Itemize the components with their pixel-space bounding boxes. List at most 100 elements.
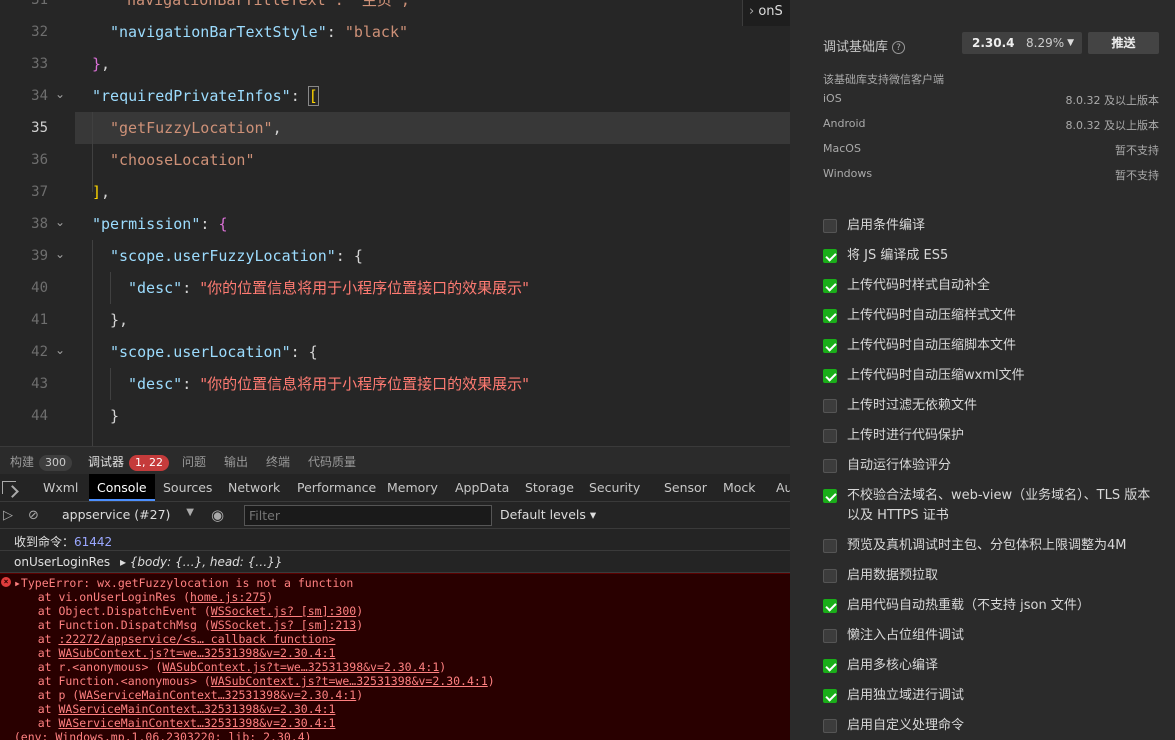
option-checkbox[interactable] — [823, 249, 837, 263]
fold-chevron-icon[interactable]: ⌄ — [55, 80, 69, 108]
stack-frame-link[interactable]: WAServiceMainContext…32531398&v=2.30.4:1 — [58, 716, 335, 730]
option-checkbox[interactable] — [823, 569, 837, 583]
option-checkbox[interactable] — [823, 399, 837, 413]
option-row[interactable]: 预览及真机调试时主包、分包体积上限调整为4M — [823, 536, 1168, 556]
option-checkbox[interactable] — [823, 339, 837, 353]
option-row[interactable]: 不校验合法域名、web-view（业务域名）、TLS 版本以及 HTTPS 证书 — [823, 486, 1168, 526]
code-line[interactable]: 32 "navigationBarTextStyle": "black" — [0, 16, 790, 48]
option-row[interactable]: 将 JS 编译成 ES5 — [823, 246, 1168, 266]
panel-tab[interactable]: 输出 — [224, 453, 248, 470]
code-line[interactable]: 31 "navigationBarTitleText": "主页", — [0, 0, 790, 16]
option-row[interactable]: 启用独立域进行调试 — [823, 686, 1168, 706]
option-row[interactable]: 上传代码时自动压缩wxml文件 — [823, 366, 1168, 386]
stack-frame-link[interactable]: WAServiceMainContext…32531398&v=2.30.4:1 — [58, 702, 335, 716]
option-checkbox[interactable] — [823, 219, 837, 233]
stack-frame-link[interactable]: WSSocket.js? [sm]:300 — [211, 604, 356, 618]
code-line[interactable]: 33}, — [0, 48, 790, 80]
code-line[interactable]: 39 ⌄ "scope.userFuzzyLocation": { — [0, 240, 790, 272]
option-checkbox[interactable] — [823, 539, 837, 553]
stack-frame-suffix: ) — [487, 674, 495, 688]
option-row[interactable]: 上传时进行代码保护 — [823, 426, 1168, 446]
option-row[interactable]: 启用代码自动热重载（不支持 json 文件） — [823, 596, 1168, 616]
option-checkbox[interactable] — [823, 279, 837, 293]
stack-frame-link[interactable]: WASubContext.js?t=we…32531398&v=2.30.4:1 — [211, 674, 488, 688]
devtools-tab-appdata[interactable]: AppData — [455, 474, 509, 501]
option-checkbox[interactable] — [823, 489, 837, 503]
code-line[interactable]: 34 ⌄ "requiredPrivateInfos": [ — [0, 80, 790, 112]
stack-frame-link[interactable]: :22272/appservice/<s… callback function> — [58, 632, 335, 646]
option-row[interactable]: 启用数据预拉取 — [823, 566, 1168, 586]
code-line[interactable]: 41}, — [0, 304, 790, 336]
devtools-tab-mock[interactable]: Mock — [723, 474, 756, 501]
devtools-tab-network[interactable]: Network — [228, 474, 280, 501]
devtools-tab-wxml[interactable]: Wxml — [43, 474, 78, 501]
eye-icon[interactable]: ◉ — [211, 506, 224, 524]
option-label: 启用条件编译 — [847, 218, 926, 233]
devtools-tab-performance[interactable]: Performance — [297, 474, 376, 501]
option-checkbox[interactable] — [823, 719, 837, 733]
error-title[interactable]: ▸TypeError: wx.getFuzzylocation is not a… — [14, 576, 353, 590]
log-row[interactable]: onUserLoginRes ▸ {body: {…}, head: {…}} — [0, 551, 790, 573]
stack-frame-link[interactable]: home.js:275 — [190, 590, 266, 604]
push-button[interactable]: 推送 — [1088, 32, 1159, 54]
fold-chevron-icon[interactable]: ⌄ — [55, 240, 69, 268]
stack-frame-link[interactable]: WAServiceMainContext…32531398&v=2.30.4:1 — [79, 688, 356, 702]
code-editor[interactable]: 31 "navigationBarTitleText": "主页", 32 "navi… — [0, 0, 790, 446]
code-line[interactable]: 40 "desc": "你的位置信息将用于小程序位置接口的效果展示" — [0, 272, 790, 304]
log-levels-dropdown[interactable]: Default levels ▾ — [500, 507, 596, 522]
devtools-tab-sensor[interactable]: Sensor — [664, 474, 707, 501]
code-line[interactable]: 37], — [0, 176, 790, 208]
option-row[interactable]: 上传代码时样式自动补全 — [823, 276, 1168, 296]
option-row[interactable]: 懒注入占位组件调试 — [823, 626, 1168, 646]
option-row[interactable]: 上传代码时自动压缩样式文件 — [823, 306, 1168, 326]
stack-frame-link[interactable]: WSSocket.js? [sm]:213 — [211, 618, 356, 632]
code-line[interactable]: 42 ⌄ "scope.userLocation": { — [0, 336, 790, 368]
option-row[interactable]: 启用条件编译 — [823, 216, 1168, 236]
option-checkbox[interactable] — [823, 629, 837, 643]
option-checkbox[interactable] — [823, 369, 837, 383]
code-token: : — [200, 215, 219, 233]
option-row[interactable]: 上传代码时自动压缩脚本文件 — [823, 336, 1168, 356]
code-line[interactable]: 43 "desc": "你的位置信息将用于小程序位置接口的效果展示" — [0, 368, 790, 400]
panel-tab[interactable]: 调试器 1, 22 — [88, 453, 170, 471]
devtools-tab-storage[interactable]: Storage — [525, 474, 574, 501]
option-row[interactable]: 上传时过滤无依赖文件 — [823, 396, 1168, 416]
option-row[interactable]: 启用多核心编译 — [823, 656, 1168, 676]
devtools-tab-console[interactable]: Console — [89, 474, 155, 501]
error-message[interactable]: × ▸TypeError: wx.getFuzzylocation is not… — [0, 573, 790, 740]
devtools-tab-memory[interactable]: Memory — [387, 474, 438, 501]
context-select[interactable]: appservice (#27) ▼ — [62, 507, 194, 522]
panel-tab[interactable]: 代码质量 — [308, 453, 356, 470]
line-number: 34 — [31, 88, 48, 104]
stack-frame-link[interactable]: WASubContext.js?t=we…32531398&v=2.30.4:1 — [162, 660, 439, 674]
option-row[interactable]: 自动运行体验评分 — [823, 456, 1168, 476]
panel-tab[interactable]: 构建 300 — [10, 453, 73, 471]
option-row[interactable]: 启用自定义处理命令 — [823, 716, 1168, 736]
log-object[interactable]: ▸ {body: {…}, head: {…}} — [120, 555, 283, 569]
panel-tab[interactable]: 问题 — [182, 453, 206, 470]
fold-chevron-icon[interactable]: ⌄ — [55, 208, 69, 236]
option-checkbox[interactable] — [823, 659, 837, 673]
editor-breadcrumb[interactable]: › onS — [742, 0, 790, 26]
lib-version-select[interactable]: 2.30.4 8.29% ▼ — [962, 32, 1082, 54]
devtools-tab-security[interactable]: Security — [589, 474, 640, 501]
panel-tab[interactable]: 终端 — [266, 453, 290, 470]
help-icon[interactable]: ? — [892, 41, 906, 54]
code-line[interactable]: 36 "chooseLocation" — [0, 144, 790, 176]
inspect-element-icon[interactable] — [2, 481, 16, 494]
option-checkbox[interactable] — [823, 429, 837, 443]
code-line[interactable]: 44} — [0, 400, 790, 432]
option-checkbox[interactable] — [823, 689, 837, 703]
console-output[interactable]: 收到命令：61442 onUserLoginRes ▸ {body: {…}, … — [0, 529, 790, 740]
fold-chevron-icon[interactable]: ⌄ — [55, 336, 69, 364]
filter-input[interactable] — [244, 505, 492, 526]
devtools-tab-sources[interactable]: Sources — [163, 474, 212, 501]
option-checkbox[interactable] — [823, 459, 837, 473]
option-checkbox[interactable] — [823, 309, 837, 323]
stack-frame-link[interactable]: WASubContext.js?t=we…32531398&v=2.30.4:1 — [58, 646, 335, 660]
code-line[interactable]: 35 "getFuzzyLocation", — [0, 112, 790, 144]
sidebar-toggle-icon[interactable]: ▷ — [3, 508, 13, 523]
option-checkbox[interactable] — [823, 599, 837, 613]
clear-console-icon[interactable]: ⊘ — [28, 508, 39, 523]
code-line[interactable]: 38 ⌄ "permission": { — [0, 208, 790, 240]
